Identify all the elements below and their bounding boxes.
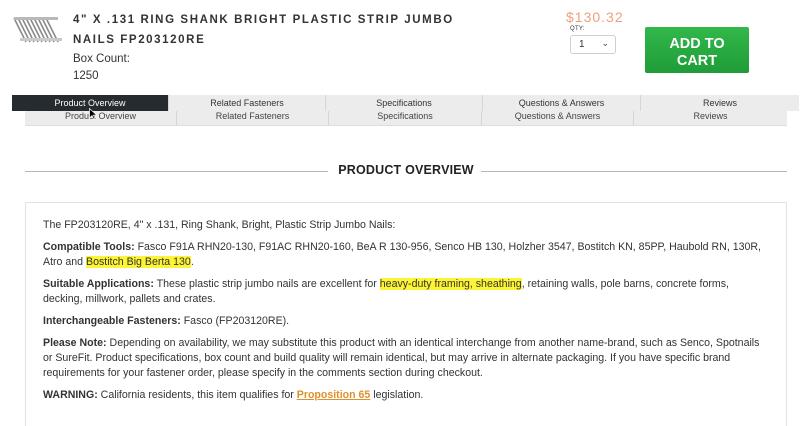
overview-intro: The FP203120RE, 4" x .131, Ring Shank, B… xyxy=(43,219,396,231)
warning-end: legislation. xyxy=(370,389,424,401)
please-note-label: Please Note: xyxy=(43,337,107,349)
tab-product-overview-inline[interactable]: Product Overview xyxy=(25,109,177,125)
suitable-applications-highlight: heavy-duty framing, sheathing xyxy=(379,278,522,290)
interchangeable-fasteners-text: Fasco (FP203120RE). xyxy=(180,315,290,327)
section-title: PRODUCT OVERVIEW xyxy=(338,163,474,177)
interchangeable-fasteners-label: Interchangeable Fasteners: xyxy=(43,315,181,327)
box-count-label: Box Count: xyxy=(73,53,130,65)
tab-related-fasteners[interactable]: Related Fasteners xyxy=(169,95,326,111)
chevron-down-icon: ⌄ xyxy=(601,38,609,48)
box-count-value: 1250 xyxy=(73,70,99,82)
compatible-tools: Compatible Tools: Fasco F91A RHN20-130, … xyxy=(43,240,769,270)
tab-questions-answers-inline[interactable]: Questions & Answers xyxy=(482,109,634,125)
box-count: Box Count: 1250 xyxy=(73,51,130,85)
tab-bar: Product Overview Related Fasteners Speci… xyxy=(25,109,787,126)
tab-questions-answers[interactable]: Questions & Answers xyxy=(483,95,641,111)
suitable-applications-label: Suitable Applications: xyxy=(43,278,154,290)
heading-divider-right xyxy=(481,171,787,172)
sticky-tab-bar: Product Overview Related Fasteners Speci… xyxy=(12,95,799,111)
suitable-applications: Suitable Applications: These plastic str… xyxy=(43,277,769,307)
tab-specifications[interactable]: Specifications xyxy=(326,95,483,111)
product-price: $130.32 xyxy=(566,9,624,25)
tab-specifications-inline[interactable]: Specifications xyxy=(329,109,482,125)
tab-reviews-inline[interactable]: Reviews xyxy=(634,109,787,125)
tab-related-fasteners-inline[interactable]: Related Fasteners xyxy=(177,109,329,125)
product-title: 4" X .131 RING SHANK BRIGHT PLASTIC STRI… xyxy=(73,10,493,50)
product-header: 4" X .131 RING SHANK BRIGHT PLASTIC STRI… xyxy=(0,0,800,94)
qty-label: QTY: xyxy=(570,26,585,32)
suitable-applications-text1: These plastic strip jumbo nails are exce… xyxy=(153,278,380,290)
please-note-text: Depending on availability, we may substi… xyxy=(43,337,760,379)
warning-label: WARNING: xyxy=(43,389,98,401)
compatible-tools-label: Compatible Tools: xyxy=(43,241,135,253)
nail-strip-image xyxy=(13,17,62,43)
interchangeable-fasteners: Interchangeable Fasteners: Fasco (FP2031… xyxy=(43,314,769,329)
product-overview-panel: The FP203120RE, 4" x .131, Ring Shank, B… xyxy=(25,202,787,426)
proposition-65-link[interactable]: Proposition 65 xyxy=(297,389,371,401)
compatible-tools-highlight: Bostitch Big Berta 130 xyxy=(86,256,191,268)
product-title-line1: 4" X .131 RING SHANK BRIGHT PLASTIC STRI… xyxy=(73,14,454,26)
please-note: Please Note: Depending on availability, … xyxy=(43,336,769,381)
product-title-line2: NAILS FP203120RE xyxy=(73,34,206,46)
mouse-cursor-icon xyxy=(89,108,98,120)
warning: WARNING: California residents, this item… xyxy=(43,388,769,403)
quantity-select[interactable]: 1 ⌄ xyxy=(570,35,616,54)
tab-reviews[interactable]: Reviews xyxy=(641,95,799,111)
compatible-tools-end: . xyxy=(190,256,194,268)
add-to-cart-label-line2: CART xyxy=(676,53,718,69)
add-to-cart-label-line1: ADD TO xyxy=(669,36,725,52)
section-heading: PRODUCT OVERVIEW xyxy=(25,162,787,182)
add-to-cart-button[interactable]: ADD TO CART xyxy=(645,27,749,73)
quantity-value: 1 xyxy=(579,39,585,50)
warning-text: California residents, this item qualifie… xyxy=(97,389,297,401)
